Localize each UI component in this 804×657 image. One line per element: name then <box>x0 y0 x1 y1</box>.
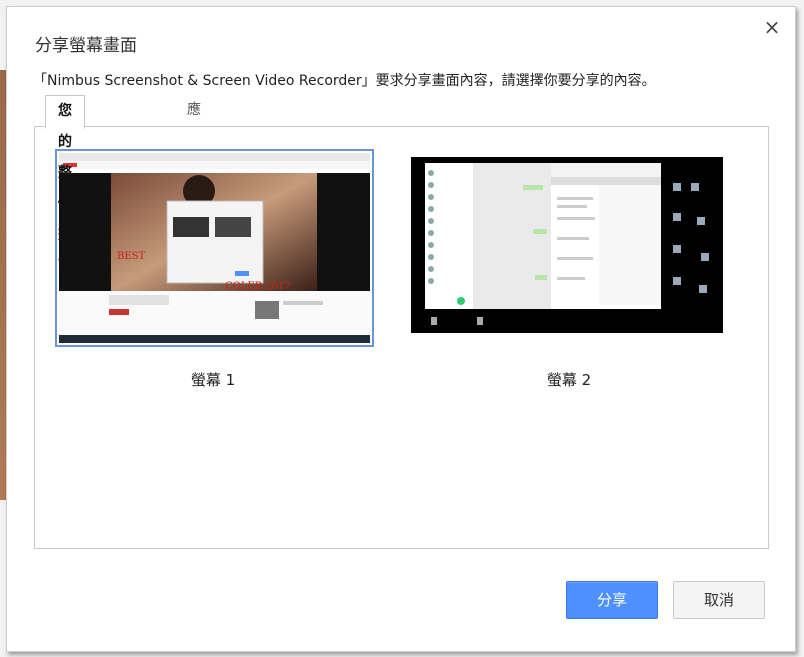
dialog-title: 分享螢幕畫面 <box>35 36 137 56</box>
screen-2-preview-image <box>411 157 723 333</box>
tab-entire-screen[interactable]: 您的整個畫面 <box>45 95 85 274</box>
cancel-button[interactable]: 取消 <box>673 581 765 619</box>
screen-2-label: 螢幕 2 <box>546 371 592 389</box>
screen-picker-panel: BEST COLEB 2017 螢幕 1 螢幕 2 <box>34 126 769 549</box>
share-button[interactable]: 分享 <box>566 581 658 619</box>
share-screen-dialog: 分享螢幕畫面 × 「Nimbus Screenshot & Screen Vid… <box>6 6 796 652</box>
screen-1-label: 螢幕 1 <box>190 371 236 389</box>
screen-1-preview: BEST COLEB 2017 <box>59 153 370 343</box>
screen-1-preview-image: BEST COLEB 2017 <box>59 153 370 343</box>
svg-text:COLEB 2017: COLEB 2017 <box>225 281 291 292</box>
screen-2-thumbnail[interactable] <box>411 157 723 333</box>
close-icon[interactable]: × <box>762 17 782 37</box>
tab-application-window[interactable]: 應用程式視窗 <box>175 95 213 273</box>
screen-1-thumbnail[interactable]: BEST COLEB 2017 <box>55 149 374 347</box>
dialog-description: 「Nimbus Screenshot & Screen Video Record… <box>33 73 656 89</box>
svg-text:BEST: BEST <box>117 251 145 262</box>
screen-2-preview <box>411 157 723 333</box>
